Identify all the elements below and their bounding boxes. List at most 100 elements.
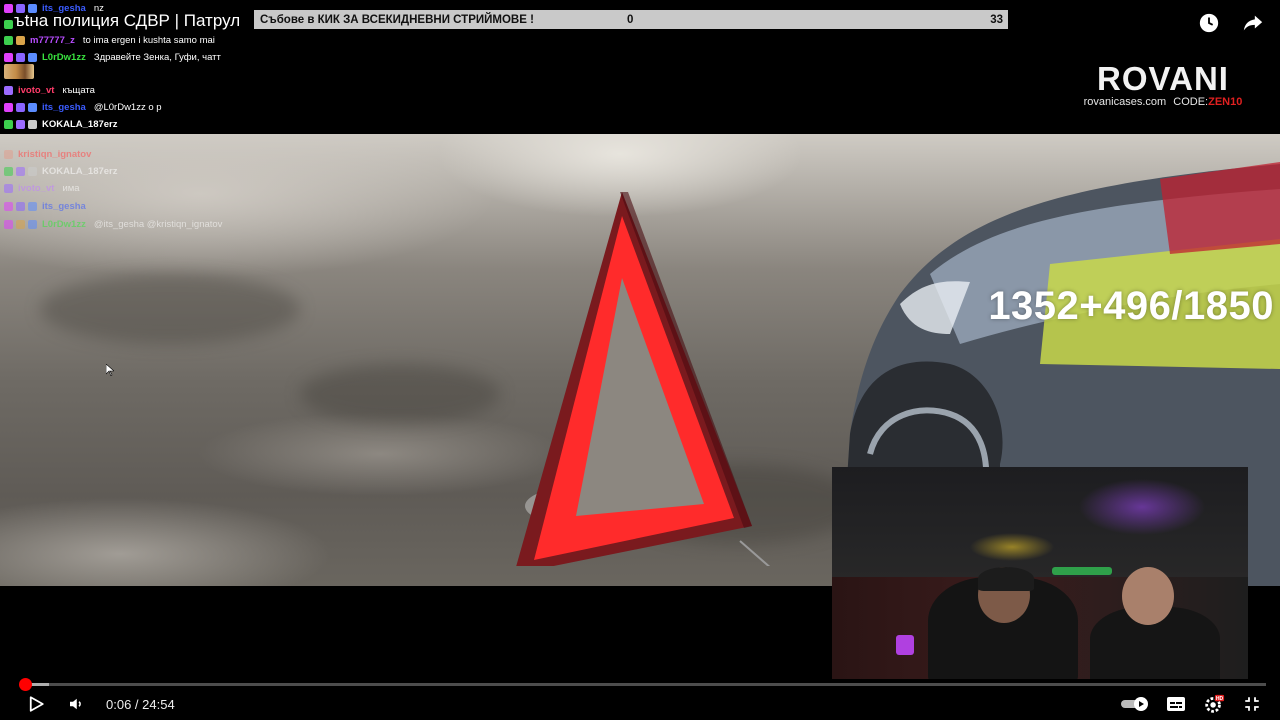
chat-badge-icon bbox=[28, 166, 37, 176]
chat-message: ivoto_vt има bbox=[4, 180, 80, 196]
chat-username: its_gesha bbox=[42, 200, 86, 212]
sponsor-site: rovanicases.com bbox=[1083, 96, 1167, 108]
exit-fullscreen-button[interactable] bbox=[1240, 692, 1264, 716]
time-separator: / bbox=[131, 696, 143, 712]
chat-badge-icon bbox=[28, 219, 37, 229]
play-button[interactable] bbox=[24, 692, 48, 716]
exit-fullscreen-icon bbox=[1245, 697, 1259, 711]
autoplay-toggle-icon bbox=[1121, 697, 1148, 711]
time-current: 0:06 bbox=[106, 696, 132, 712]
webcam-person bbox=[1122, 567, 1174, 625]
settings-button[interactable]: HD bbox=[1202, 692, 1226, 716]
subs-banner-label: Събове в КИК ЗА ВСЕКИДНЕВНИ СТРИЙМОВЕ ! bbox=[260, 13, 534, 26]
chat-username: KOKALA_187erz bbox=[42, 118, 118, 130]
chat-message: L0rDw1zz Здравейте Зенка, Гуфи, чатт bbox=[4, 49, 221, 65]
controls-left: 0:06 / 24:54 bbox=[24, 692, 175, 716]
chat-username: L0rDw1zz bbox=[42, 51, 86, 63]
chat-message-text: къщата bbox=[62, 84, 95, 96]
chat-badge-icon bbox=[4, 183, 13, 193]
chat-message: its_gesha bbox=[4, 198, 94, 214]
clock-icon bbox=[1199, 13, 1219, 33]
chat-username: ivoto_vt bbox=[18, 182, 55, 194]
chat-message: its_gesha nz bbox=[4, 0, 104, 16]
chat-message-text: Здравейте Зенка, Гуфи, чатт bbox=[93, 51, 221, 63]
chat-badge-icon bbox=[28, 52, 37, 62]
chat-message: its_gesha @L0rDw1zz o p bbox=[4, 99, 162, 115]
chat-badge-icon bbox=[16, 166, 25, 176]
volume-button[interactable] bbox=[64, 692, 88, 716]
subtitles-icon bbox=[1167, 697, 1185, 711]
sponsor-code-label: CODE: bbox=[1173, 96, 1209, 108]
sponsor-code-value: ZEN10 bbox=[1208, 96, 1243, 108]
chat-message: m77777_z to ima ergen i kushta samo mai bbox=[4, 32, 215, 48]
settings-hd-icon: HD bbox=[1205, 694, 1225, 713]
chat-badge-icon bbox=[4, 149, 13, 159]
chat-badge-icon bbox=[4, 3, 13, 13]
watch-later-button[interactable] bbox=[1196, 10, 1222, 36]
sponsor-subline: rovanicases.com CODE:ZEN10 bbox=[1078, 96, 1248, 108]
chat-badge-icon bbox=[28, 119, 37, 129]
share-icon bbox=[1243, 15, 1263, 31]
road-shadow bbox=[40, 274, 300, 344]
warning-triangle-image bbox=[516, 192, 771, 566]
chat-username: L0rDw1zz bbox=[42, 218, 86, 230]
chat-badge-icon bbox=[28, 3, 37, 13]
mouse-cursor-icon bbox=[106, 364, 114, 376]
chat-message-text: @its_gesha @kristiqn_ignatov bbox=[93, 218, 223, 230]
chat-emote-image bbox=[4, 64, 34, 79]
chat-badge-icon bbox=[16, 52, 25, 62]
chat-badge-icon bbox=[16, 219, 25, 229]
chat-username: kristiqn_ignatov bbox=[18, 148, 92, 160]
chat-badge-icon bbox=[4, 85, 13, 95]
chat-message-text: to ima ergen i kushta samo mai bbox=[82, 34, 215, 46]
time-total: 24:54 bbox=[142, 696, 175, 712]
share-button[interactable] bbox=[1240, 10, 1266, 36]
chat-badge-icon bbox=[4, 19, 13, 29]
chat-message: KOKALA_187erz bbox=[4, 116, 126, 132]
progress-scrubber-handle[interactable] bbox=[18, 678, 32, 691]
chat-badge-icon bbox=[4, 219, 13, 229]
chat-message: ivoto_vt къщата bbox=[4, 82, 95, 98]
svg-text:HD: HD bbox=[1216, 696, 1224, 702]
chat-badge-icon bbox=[4, 119, 13, 129]
chat-badge-icon bbox=[4, 166, 13, 176]
chat-badge-icon bbox=[16, 3, 25, 13]
subtitles-button[interactable] bbox=[1164, 692, 1188, 716]
play-icon bbox=[29, 696, 44, 712]
chat-username: KOKALA_187erz bbox=[42, 165, 118, 177]
chat-message-text: има bbox=[62, 182, 80, 194]
chat-badge-icon bbox=[16, 35, 25, 45]
subs-banner-count: 0 bbox=[627, 13, 634, 26]
subs-banner-target: 33 bbox=[990, 13, 1003, 26]
sponsor-logo: ROVANI rovanicases.com CODE:ZEN10 bbox=[1078, 60, 1248, 109]
chat-badge-icon bbox=[28, 102, 37, 112]
chat-username: ivoto_vt bbox=[18, 84, 55, 96]
subs-goal-banner: Събове в КИК ЗА ВСЕКИДНЕВНИ СТРИЙМОВЕ ! … bbox=[254, 10, 1008, 29]
webcam-overlay bbox=[832, 467, 1248, 679]
webcam-person bbox=[978, 567, 1034, 591]
webcam-light bbox=[896, 635, 914, 655]
chat-message-text: @L0rDw1zz o p bbox=[93, 101, 162, 113]
chat-message: kristiqn_ignatov bbox=[4, 146, 99, 162]
volume-icon bbox=[70, 698, 81, 710]
chat-message bbox=[4, 16, 26, 32]
chat-message: L0rDw1zz @its_gesha @kristiqn_ignatov bbox=[4, 216, 222, 232]
autoplay-toggle[interactable] bbox=[1120, 692, 1150, 716]
chat-username: m77777_z bbox=[30, 34, 75, 46]
chat-username: its_gesha bbox=[42, 101, 86, 113]
chat-badge-icon bbox=[4, 35, 13, 45]
chat-badge-icon bbox=[28, 201, 37, 211]
chat-badge-icon bbox=[16, 102, 25, 112]
goal-counter: 1352+496/1850 bbox=[988, 284, 1274, 328]
video-player[interactable]: ъtна полиция СДВР | Патрул its_gesha nz m7… bbox=[0, 0, 1280, 720]
chat-badge-icon bbox=[4, 52, 13, 62]
chat-badge-icon bbox=[4, 102, 13, 112]
progress-bar[interactable] bbox=[18, 678, 1266, 691]
sponsor-name: ROVANI bbox=[1097, 60, 1229, 97]
controls-right: HD bbox=[1120, 692, 1264, 716]
top-actions bbox=[1196, 10, 1266, 36]
chat-badge-icon bbox=[16, 119, 25, 129]
chat-badge-icon bbox=[16, 201, 25, 211]
webcam-light bbox=[1052, 567, 1112, 575]
chat-message: KOKALA_187erz bbox=[4, 163, 126, 179]
